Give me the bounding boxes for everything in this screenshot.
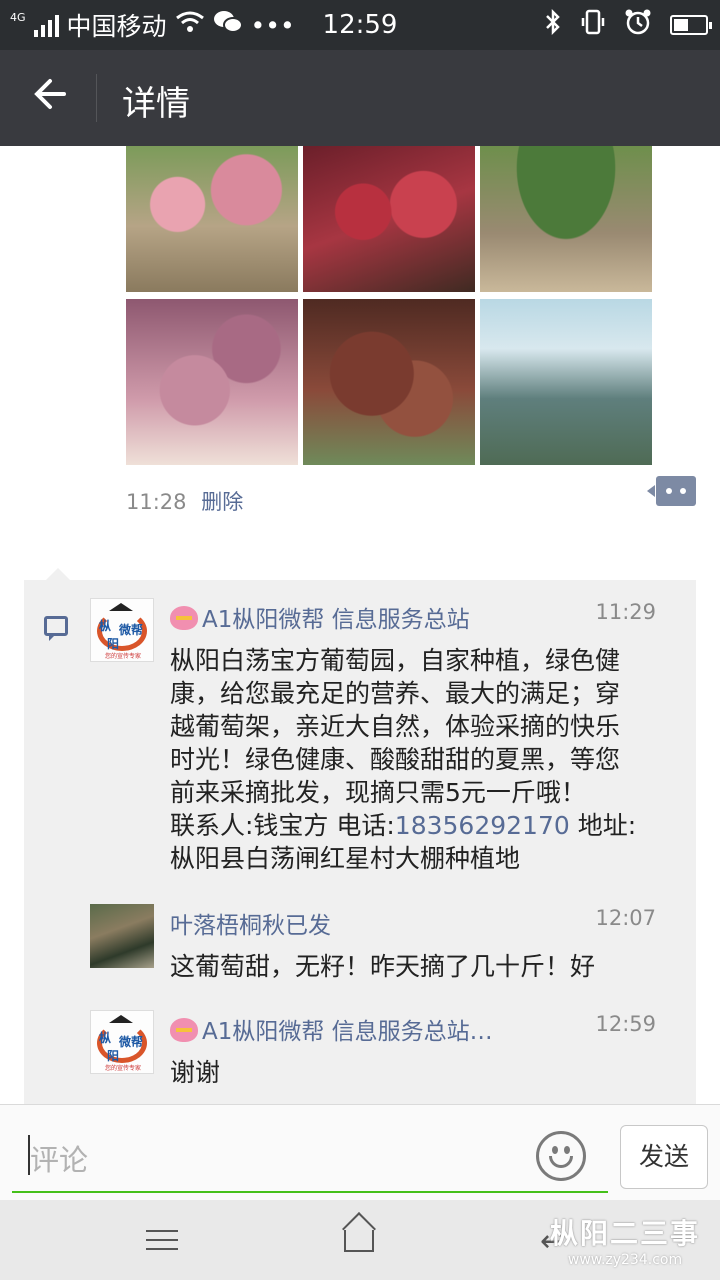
comment-like-menu-button[interactable] [647, 476, 696, 506]
comment-input[interactable]: 评论 [12, 1127, 608, 1193]
comment-author[interactable]: 叶落梧桐秋已发 [170, 906, 331, 940]
logo-roof-shape [109, 603, 133, 611]
avatar-char-c: 阳 [107, 1049, 120, 1063]
watermark-title: 枞阳二三事 [549, 1217, 700, 1250]
comment-placeholder: 评论 [30, 1143, 89, 1177]
back-arrow-icon[interactable] [26, 74, 74, 122]
avatar[interactable]: 枞 微帮 阳 您的宣传专家 [90, 598, 154, 662]
avatar[interactable] [90, 904, 154, 968]
grape-photo-4[interactable] [303, 299, 475, 465]
bluetooth-icon [544, 8, 562, 41]
grape-photo-1[interactable] [126, 146, 298, 292]
logo-roof-shape [109, 1015, 133, 1023]
comment-author[interactable]: A1枞阳微帮 信息服务总站 [170, 600, 470, 634]
title-divider [96, 74, 97, 122]
grape-photo-3[interactable] [126, 299, 298, 465]
watermark-url: www.zy234.com [567, 1252, 683, 1268]
comment-time: 12:07 [595, 906, 656, 930]
send-button[interactable]: 发送 [620, 1125, 708, 1189]
post-time: 11:28 [126, 490, 187, 514]
avatar-tagline: 您的宣传专家 [105, 1065, 142, 1072]
title-bar: 详情 [0, 50, 720, 146]
avatar-char-b: 微帮 [119, 623, 144, 637]
grape-photo-2[interactable] [303, 146, 475, 292]
vibrate-icon [580, 9, 606, 41]
watermark: 枞阳二三事 www.zy234.com [540, 1212, 710, 1268]
home-icon[interactable] [344, 1230, 374, 1252]
comment-author[interactable]: A1枞阳微帮 信息服务总站… [170, 1012, 493, 1046]
status-right [544, 8, 712, 42]
phone-link[interactable]: 18356292170 [395, 811, 570, 840]
comment-item[interactable]: 叶落梧桐秋已发 12:07 这葡萄甜，无籽！昨天摘了几十斤！好 [90, 904, 686, 984]
comment-text: 这葡萄甜，无籽！昨天摘了几十斤！好 [170, 952, 596, 981]
comment-icon [44, 616, 68, 641]
avatar-char-b: 微帮 [119, 1035, 144, 1049]
greenhouse-photo[interactable] [480, 299, 652, 465]
avatar-tagline: 您的宣传专家 [105, 653, 142, 660]
comment-item[interactable]: 枞 微帮 阳 您的宣传专家 A1枞阳微帮 信息服务总站… 12:59 谢谢 [90, 1010, 686, 1100]
comment-time: 12:59 [595, 1012, 656, 1036]
status-bar: 4G 中国移动 ••• 12:59 [0, 0, 720, 50]
comment-text: 枞阳白荡宝方葡萄园，自家种植，绿色健 康，给您最充足的营养、最大的满足；穿 越葡… [170, 646, 637, 873]
comment-item[interactable]: 枞 微帮 阳 您的宣传专家 A1枞阳微帮 信息服务总站 11:29 枞阳白荡宝方… [90, 598, 686, 878]
avatar[interactable]: 枞 微帮 阳 您的宣传专家 [90, 1010, 154, 1074]
delete-link[interactable]: 删除 [201, 490, 243, 514]
alarm-icon [624, 8, 652, 42]
avatar-char-a: 枞 [99, 619, 112, 633]
post-meta: 11:28 删除 [126, 486, 243, 516]
heart-gift-icon [170, 1018, 198, 1042]
battery-icon [670, 15, 712, 35]
emoji-icon[interactable] [536, 1131, 586, 1181]
photo-grid [126, 146, 652, 466]
comment-section: 枞 微帮 阳 您的宣传专家 A1枞阳微帮 信息服务总站 11:29 枞阳白荡宝方… [24, 568, 696, 1104]
comment-input-bar: 评论 发送 [0, 1104, 720, 1200]
grape-vine-photo[interactable] [480, 146, 652, 292]
avatar-char-a: 枞 [99, 1031, 112, 1045]
menu-icon[interactable] [146, 1230, 178, 1250]
comment-time: 11:29 [595, 600, 656, 624]
page-title: 详情 [122, 84, 190, 124]
heart-gift-icon [170, 606, 198, 630]
avatar-char-c: 阳 [107, 637, 120, 651]
comment-text: 谢谢 [170, 1058, 221, 1087]
